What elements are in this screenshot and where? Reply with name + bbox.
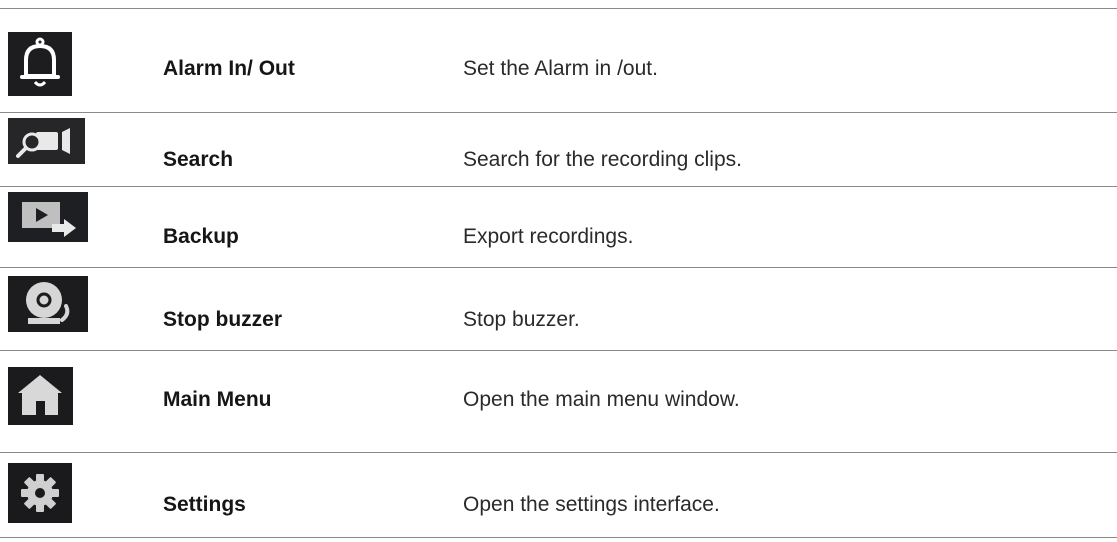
row-description: Open the settings interface. [463,493,720,516]
row-name: Search [163,148,234,171]
row-name: Backup [163,225,239,248]
row-description: Search for the recording clips. [463,148,742,171]
row-description: Export recordings. [463,225,634,248]
table-row: Backup Export recordings. [0,187,1117,268]
table-row: Stop buzzer Stop buzzer. [0,268,1117,351]
bell-icon [8,32,72,96]
table-row: Main Menu Open the main menu window. [0,351,1117,453]
backup-export-icon [8,192,88,242]
table-row: Settings Open the settings interface. [0,453,1117,538]
row-name: Settings [163,493,246,516]
row-description: Set the Alarm in /out. [463,57,658,80]
row-description: Stop buzzer. [463,308,580,331]
home-icon [8,367,73,425]
table-row: Alarm In/ Out Set the Alarm in /out. [0,8,1117,113]
row-name: Alarm In/ Out [163,57,295,80]
gear-icon [8,463,72,523]
row-description: Open the main menu window. [463,388,740,411]
icon-function-table: Alarm In/ Out Set the Alarm in /out. Sea… [0,0,1117,542]
row-name: Main Menu [163,388,272,411]
row-name: Stop buzzer [163,308,282,331]
search-camera-icon [8,118,85,164]
table-row: Search Search for the recording clips. [0,112,1117,187]
buzzer-icon [8,276,88,332]
